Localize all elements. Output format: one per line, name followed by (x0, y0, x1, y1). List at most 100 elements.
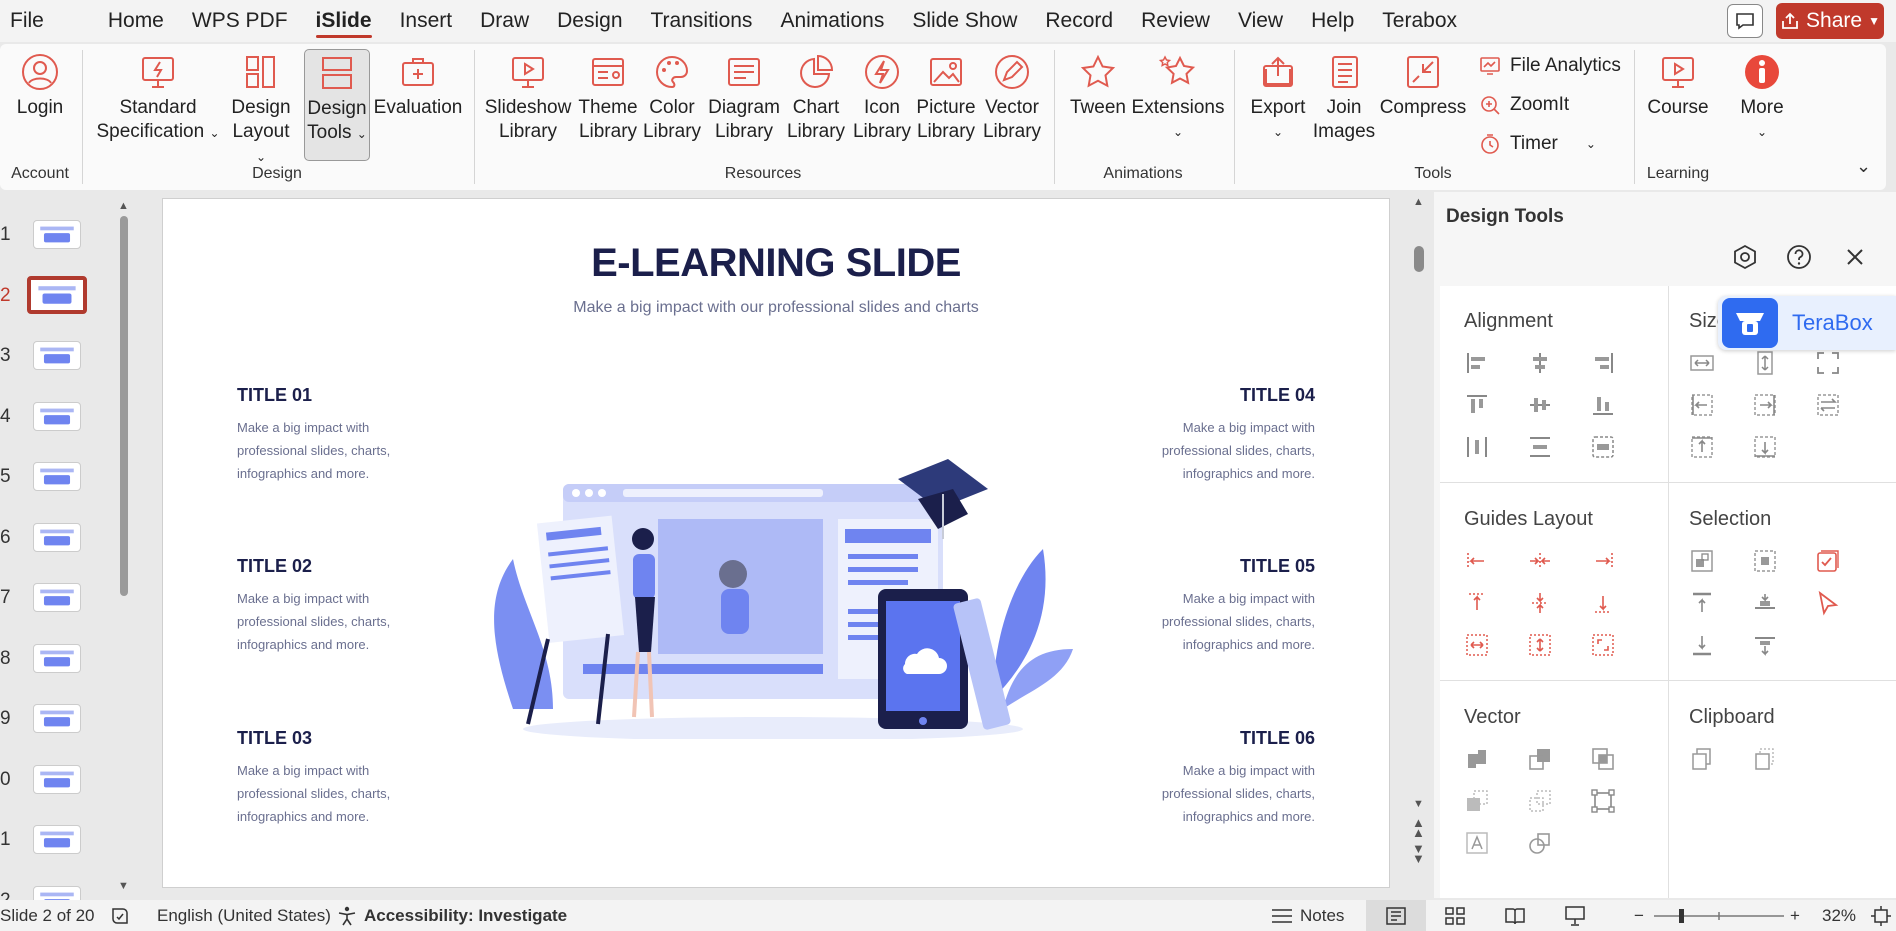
slide-thumbnail[interactable]: 7 (0, 579, 100, 619)
theme-library-button[interactable]: Theme Library (576, 52, 640, 144)
distribute-vertical-icon[interactable] (1527, 434, 1553, 460)
diagram-library-button[interactable]: Diagram Library (704, 52, 784, 144)
help-icon[interactable] (1786, 244, 1812, 270)
slide-thumbnail[interactable]: 3 (0, 337, 100, 377)
tab-terabox[interactable]: Terabox (1368, 0, 1471, 42)
slide-canvas[interactable]: E-LEARNING SLIDE Make a big impact with … (163, 199, 1389, 887)
select-same-type-icon[interactable] (1689, 548, 1715, 574)
color-library-button[interactable]: Color Library (640, 52, 704, 144)
shape-overlap-icon[interactable] (1527, 830, 1553, 856)
guide-fit-width-icon[interactable] (1464, 632, 1490, 658)
next-slide-icon[interactable]: ▼ ▼ (1412, 842, 1425, 865)
scroll-thumb[interactable] (1414, 246, 1424, 272)
tab-animations[interactable]: Animations (766, 0, 898, 42)
export-button[interactable]: Export ⌄ (1246, 52, 1310, 144)
guide-center-horizontal-icon[interactable] (1527, 548, 1553, 574)
tab-view[interactable]: View (1224, 0, 1297, 42)
slide-thumbnail[interactable]: 9 (0, 700, 100, 740)
align-to-slide-icon[interactable] (1590, 434, 1616, 460)
tab-help[interactable]: Help (1297, 0, 1368, 42)
text-block-title-04[interactable]: TITLE 04 Make a big impact with professi… (1115, 385, 1315, 485)
guide-bottom-icon[interactable] (1590, 590, 1616, 616)
comment-button[interactable] (1727, 4, 1763, 38)
select-below-icon[interactable] (1689, 632, 1715, 658)
slide-sorter-button[interactable] (1444, 900, 1466, 931)
text-block-title-02[interactable]: TITLE 02 Make a big impact with professi… (237, 556, 437, 656)
chart-library-button[interactable]: Chart Library (784, 52, 848, 144)
vector-fragment-icon[interactable] (1464, 788, 1490, 814)
picture-library-button[interactable]: Picture Library (914, 52, 978, 144)
scroll-down-arrow-icon[interactable]: ▼ (118, 880, 129, 892)
tab-record[interactable]: Record (1031, 0, 1127, 42)
extend-left-icon[interactable] (1689, 392, 1715, 418)
terabox-floating-button[interactable]: TeraBox (1718, 296, 1896, 350)
tab-file[interactable]: File (0, 0, 58, 42)
more-button[interactable]: More ⌄ (1730, 52, 1794, 144)
timer-button[interactable]: Timer ⌄ (1478, 132, 1596, 156)
align-bottom-icon[interactable] (1590, 392, 1616, 418)
zoom-out-button[interactable]: − (1634, 900, 1644, 931)
language-indicator[interactable]: English (United States) (157, 900, 331, 931)
slide-thumbnail[interactable]: 8 (0, 640, 100, 680)
scroll-up-arrow-icon[interactable]: ▲ (1413, 196, 1424, 208)
select-similar-icon[interactable] (1752, 548, 1778, 574)
text-block-title-06[interactable]: TITLE 06 Make a big impact with professi… (1115, 728, 1315, 828)
login-button[interactable]: Login (10, 52, 70, 120)
accessibility-button[interactable]: Accessibility: Investigate (336, 900, 567, 931)
same-width-icon[interactable] (1689, 350, 1715, 376)
course-button[interactable]: Course (1646, 52, 1710, 120)
normal-view-button[interactable] (1366, 900, 1426, 931)
scroll-up-arrow-icon[interactable]: ▲ (118, 200, 129, 212)
compress-button[interactable]: Compress (1378, 52, 1468, 120)
slide-subtitle[interactable]: Make a big impact with our professional … (163, 299, 1389, 317)
text-block-title-01[interactable]: TITLE 01 Make a big impact with professi… (237, 385, 437, 485)
slide-thumbnail[interactable]: 2 (0, 275, 100, 317)
zoom-in-button[interactable]: + (1790, 900, 1800, 931)
extend-bottom-icon[interactable] (1752, 434, 1778, 460)
text-block-title-05[interactable]: TITLE 05 Make a big impact with professi… (1115, 556, 1315, 656)
tween-button[interactable]: Tween (1066, 52, 1130, 120)
paste-position-icon[interactable] (1752, 746, 1778, 772)
guide-left-icon[interactable] (1464, 548, 1490, 574)
previous-slide-icon[interactable]: ▲ ▲ (1412, 816, 1425, 839)
select-intersect-icon[interactable] (1752, 590, 1778, 616)
align-top-icon[interactable] (1464, 392, 1490, 418)
slide-thumbnail[interactable]: 0 (0, 761, 100, 801)
thumbnail-scrollbar[interactable]: ▲ ▼ (118, 200, 130, 892)
slide-thumbnail[interactable]: 1 (0, 216, 100, 256)
align-center-icon[interactable] (1527, 350, 1553, 376)
guide-fit-height-icon[interactable] (1527, 632, 1553, 658)
collapse-ribbon-icon[interactable]: ⌄ (1856, 156, 1871, 177)
vector-union-icon[interactable] (1464, 746, 1490, 772)
slide-thumbnail[interactable]: 5 (0, 458, 100, 498)
extend-both-icon[interactable] (1815, 392, 1841, 418)
tab-review[interactable]: Review (1127, 0, 1224, 42)
slide-thumbnail[interactable]: 6 (0, 519, 100, 559)
notes-button[interactable]: Notes (1270, 900, 1344, 931)
extensions-button[interactable]: Extensions ⌄ (1132, 52, 1224, 144)
same-size-icon[interactable] (1815, 350, 1841, 376)
guide-top-icon[interactable] (1464, 590, 1490, 616)
tab-home[interactable]: Home (94, 0, 178, 42)
distribute-horizontal-icon[interactable] (1464, 434, 1490, 460)
fit-to-window-button[interactable] (1870, 900, 1892, 931)
vector-exclude-icon[interactable] (1527, 788, 1553, 814)
copy-icon[interactable] (1689, 746, 1715, 772)
extend-top-icon[interactable] (1689, 434, 1715, 460)
evaluation-button[interactable]: Evaluation (374, 52, 462, 120)
slide-thumbnail[interactable]: 1 (0, 821, 100, 861)
select-pointer-icon[interactable] (1815, 590, 1841, 616)
guide-fit-both-icon[interactable] (1590, 632, 1616, 658)
slide-title[interactable]: E-LEARNING SLIDE (163, 241, 1389, 286)
tab-insert[interactable]: Insert (386, 0, 467, 42)
zoom-level[interactable]: 32% (1822, 900, 1856, 931)
zoom-slider[interactable] (1654, 900, 1784, 931)
standard-specification-button[interactable]: Standard Specification ⌄ (96, 52, 220, 145)
zoomit-button[interactable]: ZoomIt (1478, 93, 1569, 117)
design-layout-button[interactable]: Design Layout ⌄ (226, 52, 296, 169)
tab-wps-pdf[interactable]: WPS PDF (178, 0, 302, 42)
align-middle-icon[interactable] (1527, 392, 1553, 418)
scroll-down-arrow-icon[interactable]: ▼ (1413, 798, 1424, 810)
tab-transitions[interactable]: Transitions (637, 0, 767, 42)
slideshow-library-button[interactable]: Slideshow Library (485, 52, 571, 144)
